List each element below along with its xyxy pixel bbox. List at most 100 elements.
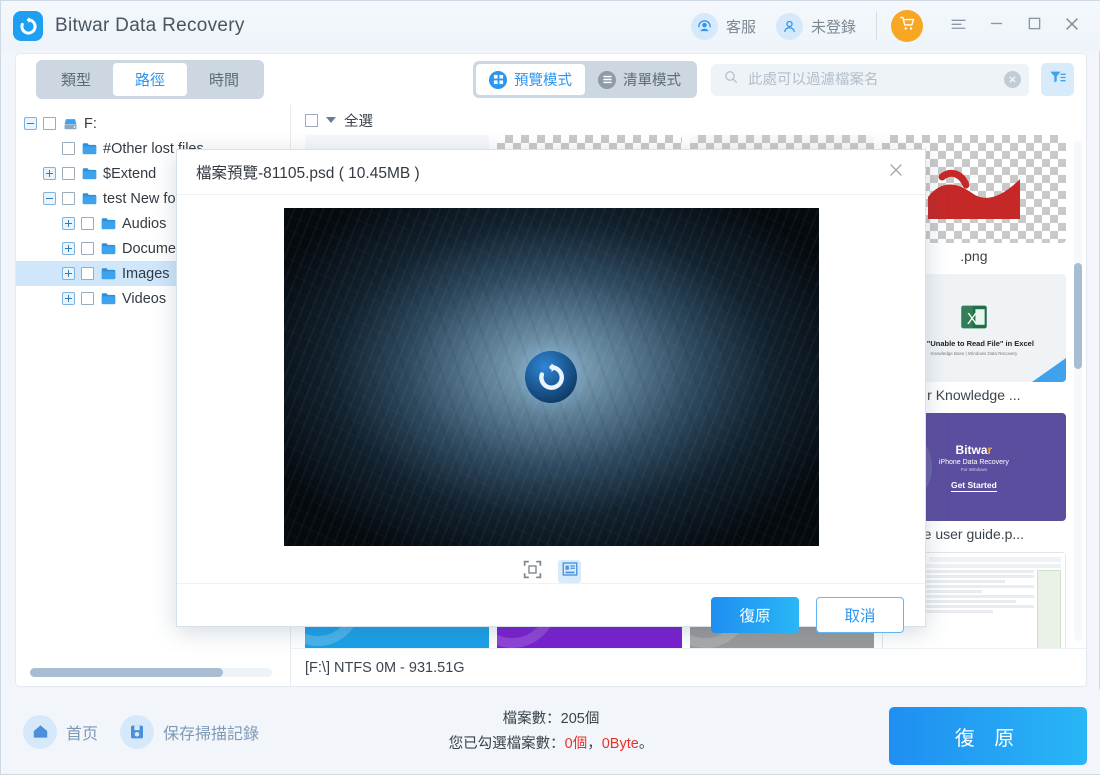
select-all-row: 全選 — [291, 105, 1086, 135]
funnel-filter-icon — [1048, 68, 1067, 92]
minimize-button[interactable] — [981, 11, 1011, 41]
filter-tab-group: 類型 路徑 時間 — [36, 60, 265, 99]
selected-separator: ， — [587, 735, 602, 752]
tree-item-label: Audios — [122, 215, 167, 232]
select-all-checkbox[interactable] — [305, 113, 318, 127]
selected-size: 0Byte — [601, 735, 639, 752]
drive-icon — [63, 117, 78, 131]
filter-tab-path[interactable]: 路徑 — [113, 63, 188, 96]
app-title: Bitwar Data Recovery — [55, 15, 245, 36]
expand-icon[interactable] — [43, 167, 56, 180]
folder-icon — [101, 217, 116, 230]
tree-item-label: F: — [84, 115, 97, 132]
preview-image — [283, 208, 819, 546]
divider — [876, 12, 877, 40]
fit-to-screen-icon — [522, 559, 543, 585]
drive-info-bar: [F:\] NTFS 0M - 931.51G — [291, 648, 1086, 686]
account-label: 未登錄 — [810, 18, 856, 36]
view-mode-preview[interactable]: 預覽模式 — [476, 64, 585, 95]
expand-icon[interactable] — [62, 242, 75, 255]
support-label: 客服 — [725, 18, 756, 36]
tree-item-label: $Extend — [103, 165, 157, 182]
minimize-icon — [987, 14, 1006, 38]
chevron-down-icon[interactable] — [326, 117, 336, 123]
image-details-button[interactable] — [558, 560, 581, 583]
selected-prefix: 您已勾選檔案數： — [448, 735, 565, 752]
select-all-label: 全選 — [344, 113, 373, 130]
cart-button[interactable] — [891, 10, 923, 42]
view-mode-list[interactable]: 清單模式 — [585, 64, 694, 95]
folder-icon — [101, 292, 116, 305]
search-icon — [723, 69, 739, 90]
tree-item-label: Images — [122, 265, 170, 282]
tree-item-checkbox[interactable] — [43, 117, 56, 130]
filter-tab-type[interactable]: 類型 — [39, 63, 113, 96]
tree-horizontal-scrollbar[interactable] — [30, 668, 272, 677]
list-view-icon — [598, 70, 616, 89]
filter-tab-time[interactable]: 時間 — [187, 63, 261, 96]
shopping-cart-icon — [899, 15, 916, 37]
headset-user-icon — [690, 12, 718, 40]
expand-icon[interactable] — [62, 217, 75, 230]
advanced-filter-button[interactable] — [1041, 63, 1074, 96]
tree-item-label: Videos — [122, 290, 167, 307]
tree-item-checkbox[interactable] — [62, 192, 75, 205]
drive-info-label: [F:\] NTFS 0M - 931.51G — [305, 659, 465, 676]
view-mode-list-label: 清單模式 — [623, 73, 681, 89]
user-icon — [775, 12, 803, 40]
folder-icon — [82, 167, 97, 180]
maximize-button[interactable] — [1019, 11, 1049, 41]
app-window: Bitwar Data Recovery 客服 未登錄 類型 路徑 時間 預覽模… — [0, 0, 1100, 775]
bitwar-refresh-logo-icon — [525, 351, 577, 403]
account-button[interactable]: 未登錄 — [775, 12, 856, 40]
expand-icon[interactable] — [62, 267, 75, 280]
menu-button[interactable] — [943, 11, 973, 41]
image-details-icon — [561, 560, 579, 583]
close-icon — [886, 160, 906, 185]
dialog-recover-button[interactable]: 復原 — [711, 597, 799, 633]
dialog-header: 檔案預覽-81105.psd ( 10.45MB ) — [177, 150, 925, 195]
title-bar: Bitwar Data Recovery 客服 未登錄 — [1, 1, 1100, 51]
app-logo-icon — [13, 11, 43, 41]
folder-icon — [82, 192, 97, 205]
recover-button[interactable]: 復 原 — [889, 707, 1087, 765]
folder-icon — [101, 242, 116, 255]
hamburger-menu-icon — [949, 14, 968, 38]
tree-item-f[interactable]: F: — [16, 111, 290, 136]
dialog-cancel-button[interactable]: 取消 — [816, 597, 904, 633]
clear-circle-icon[interactable] — [1004, 71, 1021, 88]
toolbar: 類型 路徑 時間 預覽模式 清單模式 此處可以過濾檔案名 — [15, 53, 1087, 105]
dialog-close-button[interactable] — [883, 159, 909, 185]
collapse-icon[interactable] — [43, 192, 56, 205]
preview-tools — [521, 560, 581, 583]
tree-item-checkbox[interactable] — [81, 267, 94, 280]
file-preview-dialog: 檔案預覽-81105.psd ( 10.45MB ) 復原 取消 — [176, 149, 926, 633]
dialog-title: 檔案預覽-81105.psd ( 10.45MB ) — [196, 165, 420, 182]
close-button[interactable] — [1057, 11, 1087, 41]
folder-icon — [82, 142, 97, 155]
tree-item-checkbox[interactable] — [62, 142, 75, 155]
expand-icon[interactable] — [62, 292, 75, 305]
tree-item-checkbox[interactable] — [62, 167, 75, 180]
selected-suffix: 。 — [638, 735, 654, 752]
grid-view-icon — [489, 70, 507, 89]
tree-item-checkbox[interactable] — [81, 292, 94, 305]
search-input[interactable] — [748, 71, 1004, 88]
view-mode-group: 預覽模式 清單模式 — [473, 61, 697, 98]
view-mode-preview-label: 預覽模式 — [514, 73, 572, 89]
fit-to-screen-button[interactable] — [521, 560, 544, 583]
collapse-icon[interactable] — [24, 117, 37, 130]
file-grid-scrollbar[interactable] — [1074, 141, 1082, 641]
title-bar-actions: 客服 未登錄 — [690, 1, 1100, 51]
folder-icon — [101, 267, 116, 280]
support-button[interactable]: 客服 — [690, 12, 756, 40]
tree-item-checkbox[interactable] — [81, 217, 94, 230]
close-icon — [1062, 14, 1082, 39]
maximize-icon — [1025, 14, 1044, 38]
search-box — [711, 63, 1029, 96]
dialog-body — [177, 195, 925, 583]
status-bar: 首页 保存掃描記錄 檔案數：205個 您已勾選檔案數：0個，0Byte。 復 原 — [1, 689, 1100, 774]
selected-count: 0個 — [564, 735, 588, 752]
tree-item-checkbox[interactable] — [81, 242, 94, 255]
